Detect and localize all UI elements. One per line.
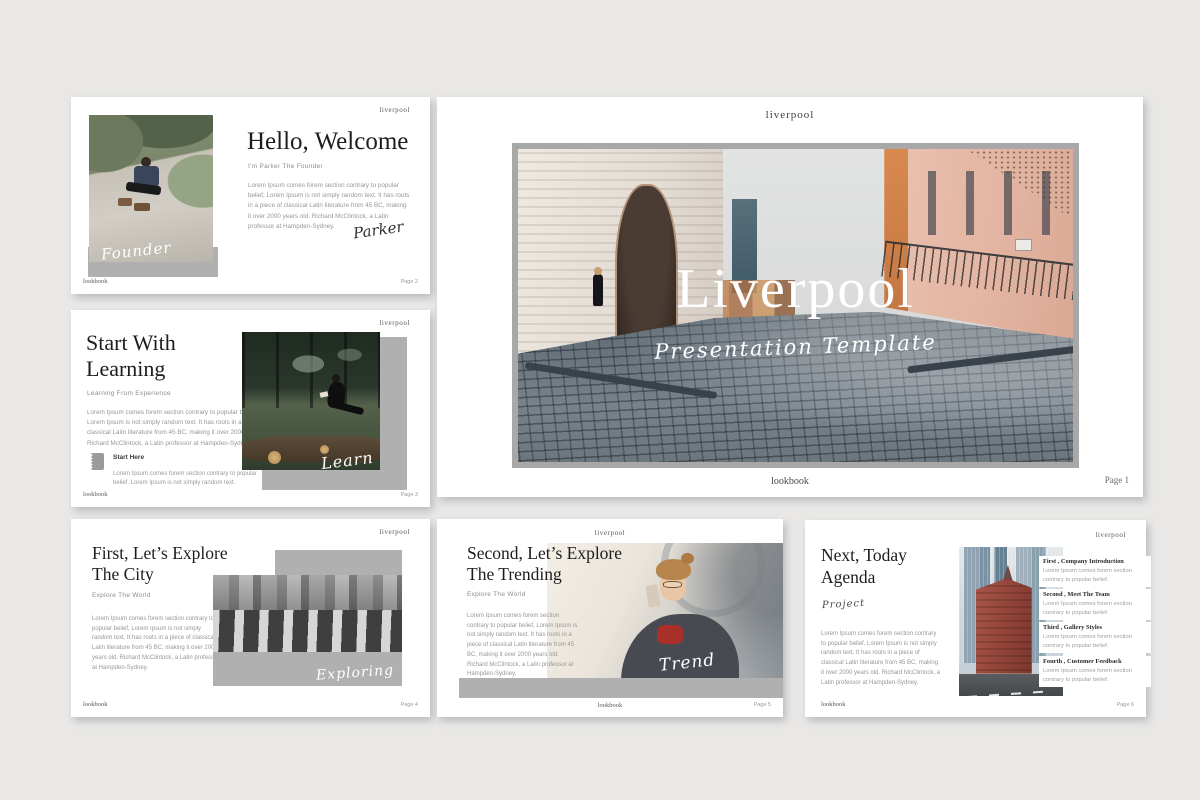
slide-subtitle: Learning From Experience — [87, 390, 171, 397]
slide-header-brand: liverpool — [1095, 531, 1126, 539]
agenda-item[interactable]: Third , Gallery Styles Lorem Ipsum comes… — [1039, 622, 1151, 653]
template-preview-canvas: liverpool Founder Hello, Welcome I'm Par… — [0, 0, 1200, 800]
footer-brand: lookbook — [83, 701, 108, 708]
agenda-item-title: Second , Meet The Team — [1043, 591, 1147, 598]
title-line: Second, Let’s Explore — [467, 543, 622, 563]
road-marking — [967, 690, 1054, 696]
red-brick-building — [976, 578, 1032, 673]
slide-start-with-learning[interactable]: liverpool Start With Learning Learning F… — [71, 310, 430, 507]
slide-header-brand: liverpool — [437, 529, 783, 537]
agenda-item-title: Third , Gallery Styles — [1043, 624, 1147, 631]
body-text: Lorem Ipsum comes forem section contrary… — [821, 630, 941, 688]
title-line: Learning — [86, 356, 165, 381]
page-number: Page 5 — [754, 702, 771, 708]
crosswalk-photo — [213, 575, 402, 652]
notebook-icon — [91, 453, 104, 470]
agenda-item-title: First , Company Introduction — [1043, 558, 1147, 565]
slide-title: First, Let’s Explore The City — [92, 543, 228, 586]
slide-subtitle: I'm Parker The Founder — [248, 163, 323, 170]
slide-explore-the-city[interactable]: liverpool First, Let’s Explore The City … — [71, 519, 430, 717]
slide-cover-liverpool[interactable]: liverpool Liverpo — [437, 97, 1143, 497]
slide-explore-the-trending[interactable]: liverpool Trend Second, Let’s Explore Th… — [437, 519, 783, 717]
slide-header-brand: liverpool — [437, 109, 1143, 121]
title-line: Start With — [86, 330, 176, 355]
caption-band — [459, 678, 783, 698]
agenda-item-title: Fourth , Customer Feedback — [1043, 658, 1147, 665]
scarf-shape — [657, 625, 683, 644]
agenda-item[interactable]: Fourth , Customer Feedback Lorem Ipsum c… — [1039, 656, 1151, 687]
agenda-item-body: Lorem Ipsum comes forem section contrary… — [1043, 567, 1147, 584]
slide-title: Second, Let’s Explore The Trending — [467, 543, 622, 586]
slide-header-brand: liverpool — [379, 106, 410, 114]
learning-photo: Learn — [242, 332, 380, 470]
page-number: Page 1 — [1105, 475, 1129, 485]
cover-photo-frame: Liverpool Presentation Template — [512, 143, 1079, 468]
caption-band: Exploring — [213, 652, 402, 686]
footer-brand: lookbook — [437, 702, 783, 709]
page-number: Page 6 — [1117, 702, 1134, 708]
slide-header-brand: liverpool — [379, 528, 410, 536]
agenda-item-body: Lorem Ipsum comes forem section contrary… — [1043, 667, 1147, 684]
footer-brand: lookbook — [83, 278, 108, 285]
person-figure — [134, 203, 150, 211]
phone-shape — [645, 584, 661, 608]
street-sign — [1015, 239, 1032, 251]
person-figure — [681, 553, 694, 564]
photo-caption-script: Exploring — [315, 662, 394, 683]
body-text: Lorem Ipsum comes forem section contrary… — [467, 612, 581, 680]
agenda-item[interactable]: First , Company Introduction Lorem Ipsum… — [1039, 556, 1151, 587]
person-figure — [328, 400, 365, 416]
agenda-item-body: Lorem Ipsum comes forem section contrary… — [1043, 600, 1147, 617]
page-number: Page 3 — [401, 492, 418, 498]
footer-brand: lookbook — [821, 701, 846, 708]
glasses-shape — [663, 581, 682, 588]
title-line: Next, Today — [821, 545, 907, 565]
photo-caption-script: Founder — [100, 238, 172, 262]
person-figure — [118, 198, 132, 206]
feature-title: Start Here — [113, 454, 144, 461]
slide-title: Hello, Welcome — [247, 128, 408, 156]
slide-subtitle: Explore The World — [467, 591, 526, 598]
slide-today-agenda[interactable]: liverpool Next, Today Agenda Project Lor… — [805, 520, 1146, 717]
title-line: The Trending — [467, 564, 562, 584]
title-line: Agenda — [821, 567, 875, 587]
agenda-item[interactable]: Second , Meet The Team Lorem Ipsum comes… — [1039, 589, 1151, 620]
street-photo: Liverpool Presentation Template — [518, 149, 1073, 462]
slide-hello-welcome[interactable]: liverpool Founder Hello, Welcome I'm Par… — [71, 97, 430, 294]
page-number: Page 2 — [401, 279, 418, 285]
slide-title: Start With Learning — [86, 330, 176, 382]
page-number: Page 4 — [401, 702, 418, 708]
photo-accent-rect — [275, 550, 402, 576]
slide-subtitle: Explore The World — [92, 592, 151, 599]
footer-brand: lookbook — [437, 476, 1143, 487]
feature-body-text: Lorem Ipsum comes forem section contrary… — [113, 470, 271, 489]
founder-photo: Founder — [89, 115, 213, 262]
project-script: Project — [822, 598, 866, 611]
agenda-item-body: Lorem Ipsum comes forem section contrary… — [1043, 633, 1147, 650]
cover-title: Liverpool — [518, 261, 1073, 317]
slide-header-brand: liverpool — [379, 319, 410, 327]
title-line: First, Let’s Explore — [92, 543, 228, 563]
title-line: The City — [92, 564, 154, 584]
log-shape — [268, 451, 281, 464]
slide-title: Next, Today Agenda — [821, 545, 907, 589]
body-text: Lorem Ipsum comes forem section contrary… — [92, 615, 222, 673]
footer-brand: lookbook — [83, 491, 108, 498]
